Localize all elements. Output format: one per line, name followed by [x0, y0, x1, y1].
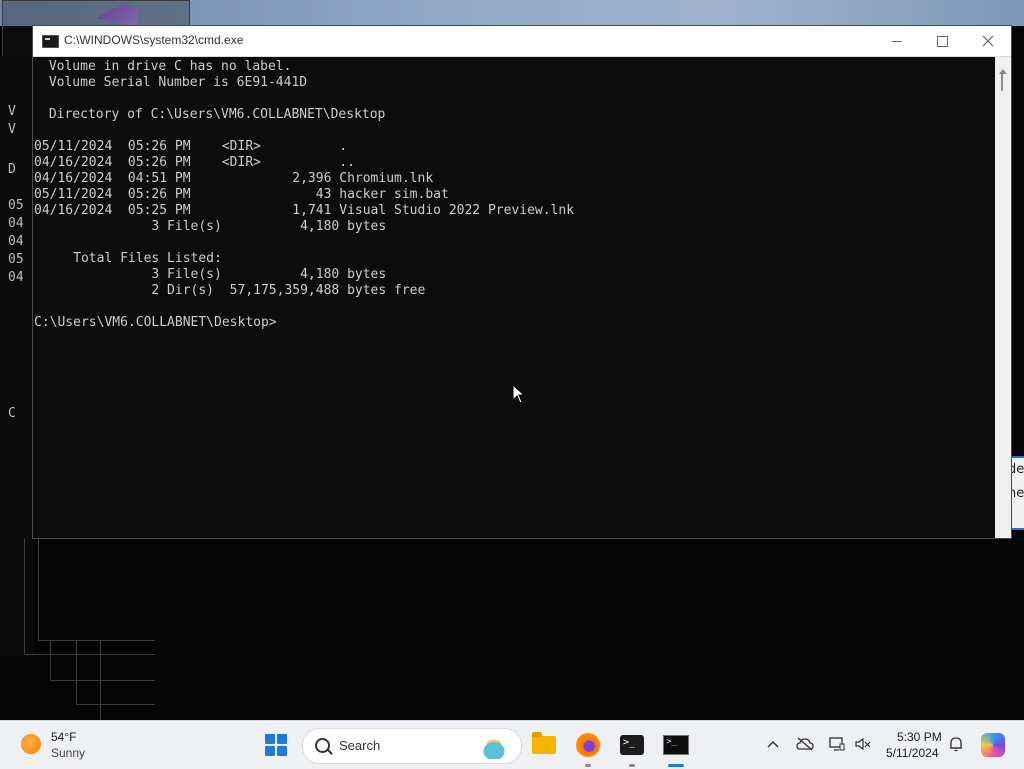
- background-window-text: 04: [8, 234, 24, 249]
- chevron-up-icon: [767, 741, 779, 748]
- background-window-text: C: [8, 406, 16, 421]
- console-line: 04/16/2024 05:26 PM <DIR> ..: [34, 155, 355, 170]
- console-line: Volume Serial Number is 6E91-441D: [41, 75, 308, 90]
- notifications-button[interactable]: [945, 733, 967, 755]
- running-indicator: [629, 764, 635, 767]
- console-line: 05/11/2024 05:26 PM <DIR> .: [34, 139, 348, 154]
- firefox-icon: [576, 733, 600, 757]
- folder-icon: [532, 732, 556, 754]
- search-box[interactable]: Search: [302, 728, 522, 764]
- search-icon: [315, 738, 330, 753]
- volume-tray[interactable]: [852, 733, 874, 755]
- clock-date: 5/11/2024: [886, 746, 939, 760]
- active-window-indicator: [668, 764, 684, 767]
- close-icon: [982, 35, 994, 47]
- console-output[interactable]: Volume in drive C has no label. Volume S…: [33, 57, 995, 538]
- onedrive-tray[interactable]: [794, 733, 816, 755]
- console-line: 2 Dir(s) 57,175,359,488 bytes free: [34, 283, 426, 298]
- windows-start-icon: [265, 734, 287, 756]
- title-bar[interactable]: C:\WINDOWS\system32\cmd.exe: [33, 26, 1011, 57]
- weather-condition: Sunny: [51, 746, 86, 760]
- background-window-text: D: [8, 162, 16, 177]
- sun-icon: [21, 734, 41, 754]
- minimize-button[interactable]: [874, 26, 920, 56]
- minimize-icon: [892, 40, 902, 42]
- console-line: 04/16/2024 05:25 PM 1,741 Visual Studio …: [34, 203, 575, 218]
- clock-time: 5:30 PM: [897, 730, 942, 744]
- maximize-button[interactable]: [919, 26, 965, 56]
- background-window-text: 04: [8, 270, 24, 285]
- copilot-icon[interactable]: [981, 733, 1005, 757]
- background-window-text: 05: [8, 252, 24, 267]
- taskbar-terminal[interactable]: [616, 729, 648, 761]
- cmd-icon: [663, 735, 689, 755]
- close-button[interactable]: [965, 26, 1011, 56]
- background-window-text: V: [8, 122, 16, 137]
- search-label: Search: [339, 738, 381, 753]
- taskbar-cmd[interactable]: [660, 729, 692, 761]
- start-button[interactable]: [260, 729, 292, 761]
- command-prompt-line: C:\Users\VM6.COLLABNET\Desktop>: [34, 315, 277, 330]
- desktop: V V D 05 04 04 05 04 C de ne C:\WINDOWS\…: [0, 0, 1024, 720]
- search-highlight-icon: [473, 733, 515, 759]
- console-line: Total Files Listed:: [34, 251, 222, 266]
- display-tray[interactable]: [826, 733, 848, 755]
- cmd-window[interactable]: C:\WINDOWS\system32\cmd.exe Volume in dr…: [33, 26, 1011, 538]
- maximize-icon: [936, 35, 948, 47]
- vertical-scrollbar[interactable]: [995, 57, 1011, 538]
- taskbar-firefox[interactable]: [572, 729, 604, 761]
- monitor-icon: [829, 737, 845, 751]
- cloud-offline-icon: [796, 737, 814, 751]
- background-window-text: V: [8, 104, 16, 119]
- background-window-text: 05: [8, 198, 24, 213]
- show-hidden-icons-button[interactable]: [762, 733, 784, 755]
- console-line: 3 File(s) 4,180 bytes: [34, 267, 387, 282]
- taskbar: 54°F Sunny Search >_ >_ 5:30 PM 5/11/202…: [0, 720, 1024, 769]
- scrollbar-thumb[interactable]: [1001, 73, 1003, 91]
- window-title: C:\WINDOWS\system32\cmd.exe: [64, 33, 244, 47]
- weather-temperature: 54°F: [51, 730, 77, 744]
- console-line: Directory of C:\Users\VM6.COLLABNET\Desk…: [41, 107, 386, 122]
- running-indicator: [585, 764, 591, 767]
- bell-icon: [950, 737, 962, 752]
- terminal-icon: [620, 735, 644, 755]
- console-line: Volume in drive C has no label.: [41, 59, 292, 74]
- cmd-app-icon[interactable]: [42, 35, 59, 48]
- taskbar-file-explorer[interactable]: [528, 729, 560, 761]
- console-line: 04/16/2024 04:51 PM 2,396 Chromium.lnk: [34, 171, 434, 186]
- mouse-pointer-icon: [512, 384, 526, 404]
- background-window-text: 04: [8, 216, 24, 231]
- speaker-muted-icon: [855, 737, 871, 751]
- console-line: 05/11/2024 05:26 PM 43 hacker sim.bat: [34, 187, 449, 202]
- console-line: 3 File(s) 4,180 bytes: [34, 219, 387, 234]
